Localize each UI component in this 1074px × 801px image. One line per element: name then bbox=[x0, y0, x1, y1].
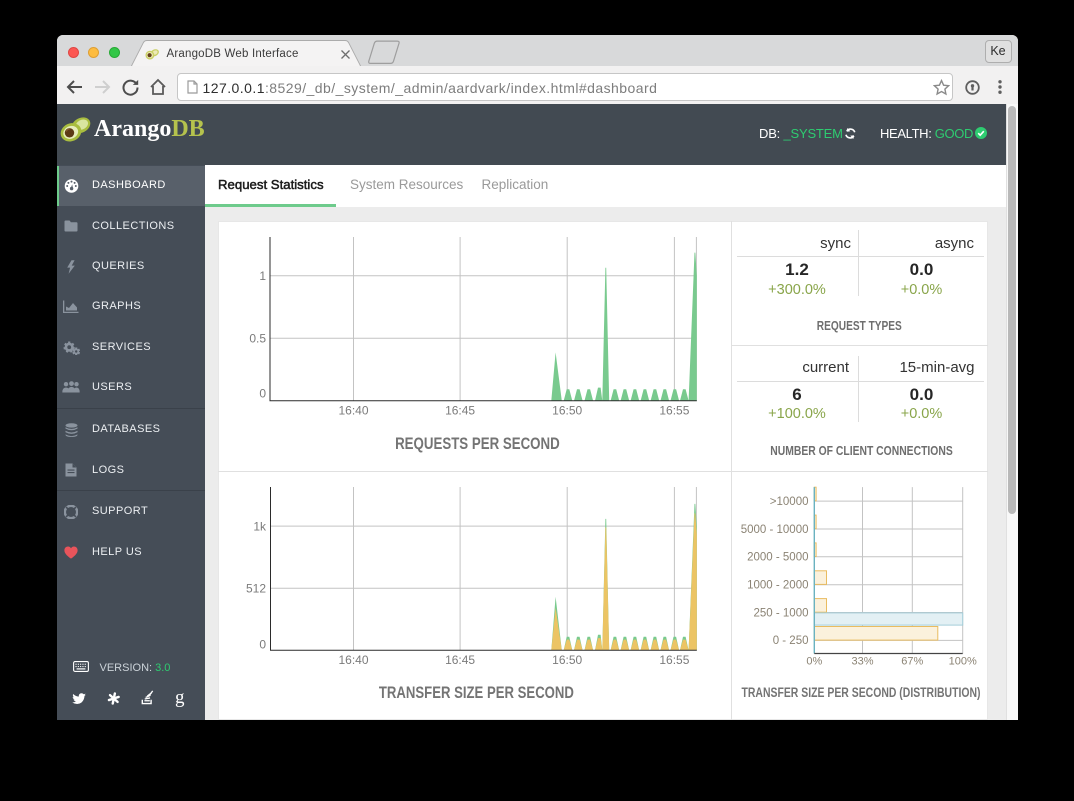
svg-text:NUMBER OF CLIENT CONNECTIONS: NUMBER OF CLIENT CONNECTIONS bbox=[770, 443, 953, 458]
svg-text:0%: 0% bbox=[806, 656, 822, 668]
svg-text:16:55: 16:55 bbox=[659, 653, 689, 667]
svg-text:512: 512 bbox=[246, 581, 266, 595]
svg-text:REQUESTS PER SECOND: REQUESTS PER SECOND bbox=[395, 435, 560, 453]
svg-text:16:45: 16:45 bbox=[445, 404, 475, 418]
svg-text:16:40: 16:40 bbox=[338, 653, 368, 667]
svg-text:5000 - 10000: 5000 - 10000 bbox=[741, 524, 809, 536]
svg-text:REQUEST TYPES: REQUEST TYPES bbox=[817, 318, 902, 333]
svg-text:0.5: 0.5 bbox=[249, 332, 266, 346]
svg-text:2000 - 5000: 2000 - 5000 bbox=[747, 552, 808, 564]
svg-text:250 - 1000: 250 - 1000 bbox=[754, 607, 809, 619]
svg-text:0: 0 bbox=[259, 637, 266, 651]
svg-text:33%: 33% bbox=[851, 656, 873, 668]
svg-text:TRANSFER SIZE PER SECOND: TRANSFER SIZE PER SECOND bbox=[379, 684, 574, 702]
svg-text:16:50: 16:50 bbox=[552, 404, 582, 418]
svg-text:0: 0 bbox=[259, 386, 266, 400]
svg-text:16:40: 16:40 bbox=[338, 404, 368, 418]
svg-text:1k: 1k bbox=[253, 519, 267, 533]
svg-text:16:55: 16:55 bbox=[659, 404, 689, 418]
svg-text:16:45: 16:45 bbox=[445, 653, 475, 667]
svg-text:TRANSFER SIZE PER SECOND (DIST: TRANSFER SIZE PER SECOND (DISTRIBUTION) bbox=[742, 685, 981, 700]
svg-text:67%: 67% bbox=[901, 656, 923, 668]
svg-text:1: 1 bbox=[259, 269, 266, 283]
svg-text:>10000: >10000 bbox=[770, 496, 809, 508]
svg-text:1000 - 2000: 1000 - 2000 bbox=[747, 580, 808, 592]
svg-text:16:50: 16:50 bbox=[552, 653, 582, 667]
svg-text:100%: 100% bbox=[949, 656, 977, 668]
svg-text:0 - 250: 0 - 250 bbox=[773, 635, 809, 647]
